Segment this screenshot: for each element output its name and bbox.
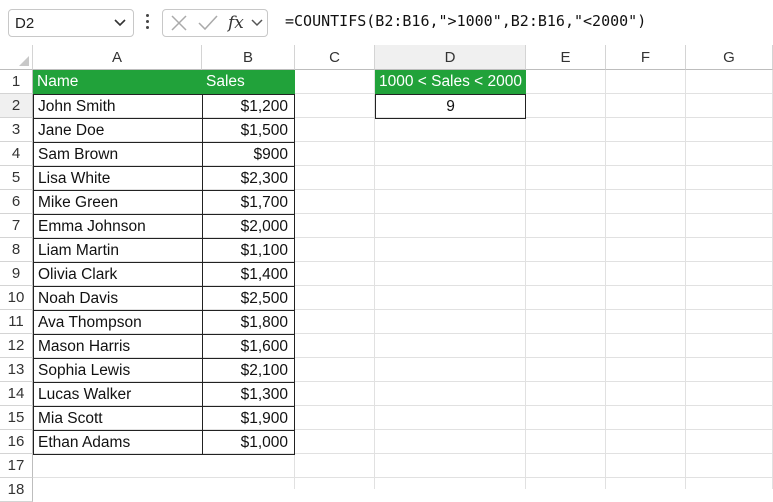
sales-cell[interactable]: $1,100 [202, 238, 295, 263]
row-header[interactable]: 12 [0, 334, 33, 358]
sales-cell[interactable]: $1,400 [202, 262, 295, 287]
table-header-name[interactable]: Name [33, 70, 202, 94]
row-header[interactable]: 10 [0, 286, 33, 310]
name-cell[interactable]: Mason Harris [33, 334, 203, 359]
cancel-x-icon[interactable] [169, 13, 189, 38]
drag-handle-icon[interactable] [143, 12, 151, 32]
column-header-b[interactable]: B [202, 45, 295, 70]
row-header[interactable]: 3 [0, 118, 33, 142]
sales-cell[interactable]: $2,300 [202, 166, 295, 191]
name-cell[interactable]: Sophia Lewis [33, 358, 203, 383]
name-cell[interactable]: Emma Johnson [33, 214, 203, 239]
row-header[interactable]: 18 [0, 478, 33, 502]
column-headers: A B C D E F G [0, 45, 773, 70]
gridline [33, 477, 773, 478]
name-cell[interactable]: Lucas Walker [33, 382, 203, 407]
name-cell[interactable]: Olivia Clark [33, 262, 203, 287]
sales-cell[interactable]: $1,300 [202, 382, 295, 407]
sales-cell[interactable]: $1,500 [202, 118, 295, 143]
name-cell[interactable]: Noah Davis [33, 286, 203, 311]
column-header-c[interactable]: C [295, 45, 375, 70]
result-value-cell[interactable]: 9 [375, 94, 526, 119]
name-cell[interactable]: John Smith [33, 94, 203, 119]
formula-controls: fx [162, 9, 268, 37]
sales-cell[interactable]: $1,900 [202, 406, 295, 431]
name-cell[interactable]: Ethan Adams [33, 430, 203, 455]
name-cell[interactable]: Jane Doe [33, 118, 203, 143]
formula-input[interactable]: =COUNTIFS(B2:B16,">1000",B2:B16,"<2000") [285, 12, 646, 30]
name-cell[interactable]: Sam Brown [33, 142, 203, 167]
row-header[interactable]: 11 [0, 310, 33, 334]
sales-cell[interactable]: $900 [202, 142, 295, 167]
row-header[interactable]: 13 [0, 358, 33, 382]
chevron-down-icon[interactable] [113, 14, 127, 36]
table-header-sales[interactable]: Sales [202, 70, 295, 94]
column-header-d[interactable]: D [375, 45, 526, 70]
checkmark-icon[interactable] [197, 13, 219, 38]
name-cell[interactable]: Lisa White [33, 166, 203, 191]
result-header[interactable]: 1000 < Sales < 2000 [375, 70, 526, 94]
sales-cell[interactable]: $2,500 [202, 286, 295, 311]
name-box[interactable]: D2 [8, 9, 134, 37]
sales-cell[interactable]: $1,600 [202, 334, 295, 359]
row-header[interactable]: 17 [0, 454, 33, 478]
name-box-value: D2 [15, 15, 35, 32]
row-header[interactable]: 16 [0, 430, 33, 454]
sales-cell[interactable]: $2,000 [202, 214, 295, 239]
gridline [525, 70, 526, 489]
sales-cell[interactable]: $1,200 [202, 94, 295, 119]
sales-cell[interactable]: $1,700 [202, 190, 295, 215]
select-all-corner[interactable] [0, 45, 33, 70]
column-header-g[interactable]: G [686, 45, 773, 70]
sales-cell[interactable]: $2,100 [202, 358, 295, 383]
row-header[interactable]: 4 [0, 142, 33, 166]
row-header[interactable]: 7 [0, 214, 33, 238]
column-header-e[interactable]: E [526, 45, 606, 70]
row-header[interactable]: 6 [0, 190, 33, 214]
svg-text:fx: fx [227, 13, 244, 33]
gridline [605, 70, 606, 489]
row-header[interactable]: 8 [0, 238, 33, 262]
sales-cell[interactable]: $1,000 [202, 430, 295, 455]
expand-chevron-icon[interactable] [251, 14, 263, 37]
name-cell[interactable]: Liam Martin [33, 238, 203, 263]
name-cell[interactable]: Ava Thompson [33, 310, 203, 335]
row-header[interactable]: 5 [0, 166, 33, 190]
fx-function-icon[interactable]: fx [226, 11, 249, 38]
row-header[interactable]: 2 [0, 94, 33, 118]
name-cell[interactable]: Mike Green [33, 190, 203, 215]
formula-bar: D2 fx =COUNTIFS(B2:B16,">1000",B2:B16,"<… [0, 0, 773, 45]
name-cell[interactable]: Mia Scott [33, 406, 203, 431]
row-header[interactable]: 14 [0, 382, 33, 406]
gridline [374, 70, 375, 489]
gridline [685, 70, 686, 489]
row-header[interactable]: 1 [0, 70, 33, 94]
column-header-f[interactable]: F [606, 45, 686, 70]
row-header[interactable]: 15 [0, 406, 33, 430]
sales-cell[interactable]: $1,800 [202, 310, 295, 335]
row-header[interactable]: 9 [0, 262, 33, 286]
column-header-a[interactable]: A [33, 45, 202, 70]
